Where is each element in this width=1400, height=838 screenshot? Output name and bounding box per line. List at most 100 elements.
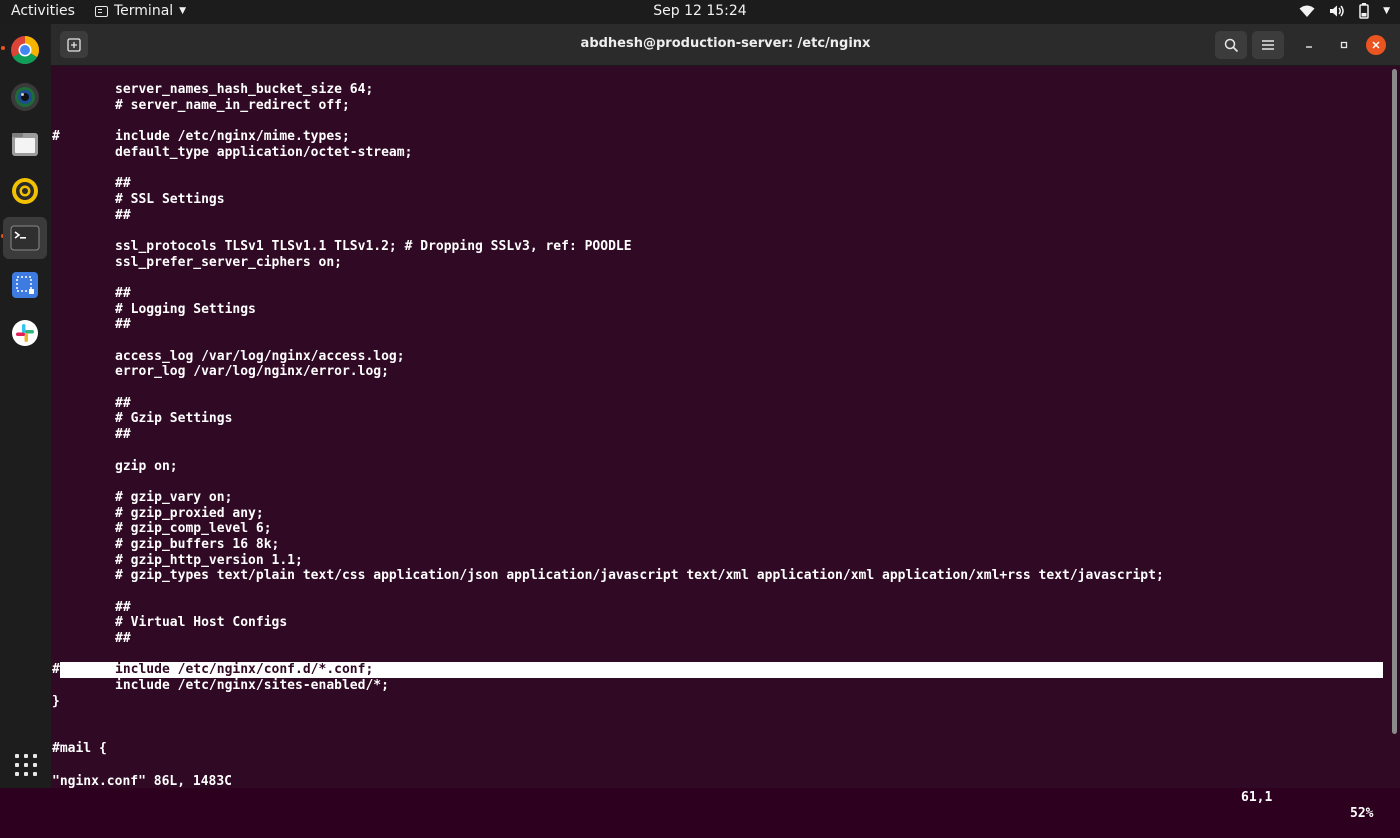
new-tab-icon [67,37,81,52]
close-icon [1372,41,1380,49]
code-line[interactable]: gzip on; [52,459,1383,475]
code-line[interactable] [52,270,1383,286]
close-button[interactable] [1366,35,1386,55]
code-line[interactable] [52,113,1383,129]
code-line[interactable]: ssl_prefer_server_ciphers on; [52,255,1383,271]
code-line[interactable]: include /etc/nginx/sites-enabled/*; [52,678,1383,694]
line-text: # gzip_http_version 1.1; [115,552,303,568]
code-line[interactable]: ## [52,176,1383,192]
line-text: ## [115,207,131,223]
maximize-button[interactable] [1334,35,1354,55]
code-line[interactable]: # include /etc/nginx/mime.types; [52,129,1383,145]
code-line[interactable]: access_log /var/log/nginx/access.log; [52,349,1383,365]
code-line[interactable]: # server_name_in_redirect off; [52,98,1383,114]
code-line[interactable]: # Gzip Settings [52,411,1383,427]
code-line[interactable]: ## [52,396,1383,412]
code-line[interactable]: #mail { [52,741,1383,757]
code-line[interactable]: default_type application/octet-stream; [52,145,1383,161]
dock-item-camera[interactable] [3,76,47,118]
grid-dot [24,763,28,767]
code-line[interactable]: # gzip_http_version 1.1; [52,553,1383,569]
terminal-content[interactable]: server_names_hash_bucket_size 64; # serve… [51,66,1400,821]
code-line[interactable]: # gzip_buffers 16 8k; [52,537,1383,553]
dock-item-slack[interactable] [3,312,47,354]
line-text: gzip on; [115,458,178,474]
code-line[interactable]: # gzip_comp_level 6; [52,521,1383,537]
editor-buffer[interactable]: server_names_hash_bucket_size 64; # serve… [52,82,1383,757]
line-text: error_log /var/log/nginx/error.log; [115,364,389,380]
minimize-button[interactable] [1299,35,1319,55]
grid-dot [33,754,37,758]
line-text: ## [115,631,131,647]
code-line[interactable]: # SSL Settings [52,192,1383,208]
search-icon [1224,38,1238,52]
new-tab-button[interactable] [60,31,88,58]
code-line[interactable]: ## [52,208,1383,224]
activities-button[interactable]: Activities [11,3,75,19]
cursor-position: 61,1 [1241,790,1273,805]
dock-item-chrome[interactable] [3,29,47,71]
line-text: ## [115,176,131,192]
system-status-area[interactable]: ▼ [1299,3,1390,19]
code-line[interactable]: ## [52,600,1383,616]
line-text: # SSL Settings [115,191,225,207]
show-applications-button[interactable] [15,754,37,776]
code-line[interactable] [52,710,1383,726]
caret-down-icon: ▼ [179,6,187,16]
scrollbar[interactable] [1392,69,1397,734]
vim-status-line: "nginx.conf" 86L, 1483C 61,1 52% [52,758,1383,821]
app-menu[interactable]: Terminal ▼ [95,3,186,19]
code-line[interactable]: } [52,694,1383,710]
line-text: # Gzip Settings [115,411,233,427]
line-text: ## [115,317,131,333]
code-line[interactable] [52,647,1383,663]
restore-icon [1340,41,1348,49]
line-text: server_names_hash_bucket_size 64; [115,82,374,97]
code-line[interactable] [52,380,1383,396]
dock-item-screenshot[interactable] [3,264,47,306]
code-line[interactable]: # gzip_proxied any; [52,506,1383,522]
files-icon [12,133,38,156]
wifi-icon [1299,5,1315,17]
clock[interactable]: Sep 12 15:24 [653,3,746,19]
dock-item-rhythmbox[interactable] [3,170,47,212]
window-titlebar[interactable]: abdhesh@production-server: /etc/nginx [51,24,1400,66]
line-text: # gzip_types text/plain text/css applica… [115,568,1164,584]
code-line[interactable] [52,443,1383,459]
grid-dot [15,754,19,758]
code-line[interactable]: ssl_protocols TLSv1 TLSv1.1 TLSv1.2; # D… [52,239,1383,255]
system-menu-caret-icon: ▼ [1383,6,1390,16]
code-line[interactable] [52,584,1383,600]
code-line[interactable] [52,474,1383,490]
dock-item-terminal[interactable] [3,217,47,259]
code-line[interactable]: error_log /var/log/nginx/error.log; [52,364,1383,380]
code-line[interactable]: ## [52,286,1383,302]
menu-button[interactable] [1252,31,1284,59]
line-prefix: #mail { [52,740,107,756]
code-line[interactable] [52,223,1383,239]
minimize-icon [1306,46,1312,48]
code-line[interactable]: server_names_hash_bucket_size 64; [52,82,1383,98]
line-text: # Logging Settings [115,301,256,317]
cursor-line[interactable]: # include /etc/nginx/conf.d/*.conf; [52,662,1383,678]
line-text: include /etc/nginx/sites-enabled/*; [115,678,389,694]
terminal-icon [10,225,40,251]
line-text: ssl_protocols TLSv1 TLSv1.1 TLSv1.2; # D… [115,238,632,254]
code-line[interactable]: # gzip_types text/plain text/css applica… [52,568,1383,584]
code-line[interactable]: # Virtual Host Configs [52,615,1383,631]
dock-item-files[interactable] [3,123,47,165]
line-prefix: # [52,662,60,678]
code-line[interactable]: ## [52,427,1383,443]
rhythmbox-icon [12,178,38,204]
code-line[interactable]: ## [52,631,1383,647]
search-button[interactable] [1215,31,1247,59]
code-line[interactable]: # gzip_vary on; [52,490,1383,506]
hamburger-menu-icon [1262,40,1274,50]
line-text: ## [115,599,131,615]
code-line[interactable]: # Logging Settings [52,302,1383,318]
code-line[interactable] [52,160,1383,176]
grid-dot [33,763,37,767]
code-line[interactable] [52,333,1383,349]
code-line[interactable]: ## [52,317,1383,333]
code-line[interactable] [52,725,1383,741]
